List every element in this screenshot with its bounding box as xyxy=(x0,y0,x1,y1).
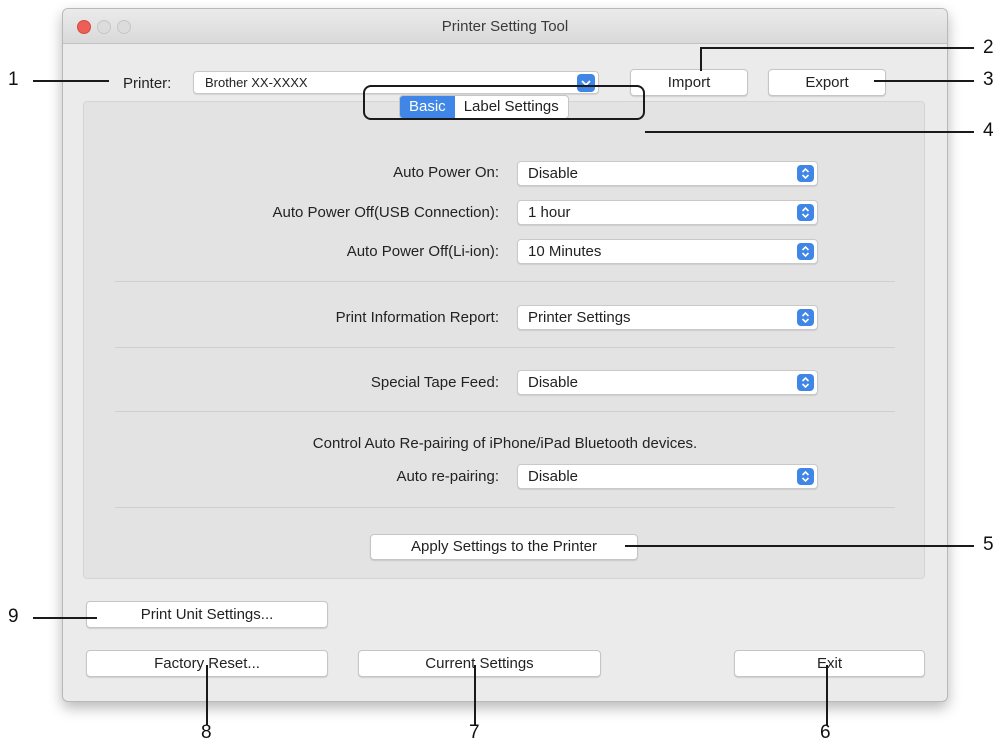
auto-power-on-label: Auto Power On: xyxy=(393,164,499,181)
special-tape-feed-label: Special Tape Feed: xyxy=(370,374,499,391)
callout-9: 9 xyxy=(8,606,19,627)
up-down-arrows-icon xyxy=(797,165,814,182)
auto-power-off-usb-select[interactable]: 1 hour xyxy=(517,200,818,225)
callout-line-6 xyxy=(826,665,828,725)
separator xyxy=(115,281,895,282)
callout-line-1 xyxy=(33,80,109,82)
separator xyxy=(115,507,895,508)
callout-4: 4 xyxy=(983,120,994,141)
callout-2: 2 xyxy=(983,37,994,58)
up-down-arrows-icon xyxy=(797,243,814,260)
apply-settings-button[interactable]: Apply Settings to the Printer xyxy=(370,534,638,560)
callout-8: 8 xyxy=(201,722,212,743)
separator xyxy=(115,411,895,412)
current-settings-button[interactable]: Current Settings xyxy=(358,650,601,677)
auto-power-off-usb-value: 1 hour xyxy=(528,204,571,221)
print-unit-settings-button[interactable]: Print Unit Settings... xyxy=(86,601,328,628)
up-down-arrows-icon xyxy=(797,374,814,391)
callout-line-9 xyxy=(33,617,97,619)
title-bar: Printer Setting Tool xyxy=(63,9,947,44)
export-button[interactable]: Export xyxy=(768,69,886,96)
print-info-report-select[interactable]: Printer Settings xyxy=(517,305,818,330)
callout-line-7 xyxy=(474,665,476,725)
auto-repairing-label: Auto re-pairing: xyxy=(396,468,499,485)
callout-3: 3 xyxy=(983,69,994,90)
auto-repairing-value: Disable xyxy=(528,468,579,485)
import-button[interactable]: Import xyxy=(630,69,748,96)
printer-select-value: Brother XX-XXXX xyxy=(205,75,308,90)
callout-line-2-drop xyxy=(700,47,702,71)
callout-line-8 xyxy=(206,665,208,725)
auto-repairing-select[interactable]: Disable xyxy=(517,464,818,489)
print-info-report-value: Printer Settings xyxy=(528,309,631,326)
window-title: Printer Setting Tool xyxy=(441,18,569,35)
auto-power-off-liion-value: 10 Minutes xyxy=(528,243,602,260)
callout-line-5 xyxy=(625,545,974,547)
printer-label: Printer: xyxy=(123,75,172,92)
callout-1: 1 xyxy=(8,69,19,90)
callout-5: 5 xyxy=(983,534,994,555)
up-down-arrows-icon xyxy=(797,468,814,485)
auto-power-on-value: Disable xyxy=(528,165,579,182)
callout-7: 7 xyxy=(469,722,480,743)
auto-power-off-liion-select[interactable]: 10 Minutes xyxy=(517,239,818,264)
print-info-report-label: Print Information Report: xyxy=(335,309,499,326)
auto-power-off-usb-label: Auto Power Off(USB Connection): xyxy=(272,204,500,221)
callout-line-2 xyxy=(700,47,974,49)
auto-power-on-select[interactable]: Disable xyxy=(517,161,818,186)
special-tape-feed-value: Disable xyxy=(528,374,579,391)
callout-line-3 xyxy=(874,80,974,82)
callout-line-4 xyxy=(645,131,974,133)
up-down-arrows-icon xyxy=(797,309,814,326)
exit-button[interactable]: Exit xyxy=(734,650,925,677)
auto-power-off-liion-label: Auto Power Off(Li-ion): xyxy=(346,243,499,260)
up-down-arrows-icon xyxy=(797,204,814,221)
special-tape-feed-select[interactable]: Disable xyxy=(517,370,818,395)
callout-6: 6 xyxy=(820,722,831,743)
auto-repairing-note: Control Auto Re-pairing of iPhone/iPad B… xyxy=(312,435,698,452)
tab-highlight-box xyxy=(363,85,645,120)
separator xyxy=(115,347,895,348)
